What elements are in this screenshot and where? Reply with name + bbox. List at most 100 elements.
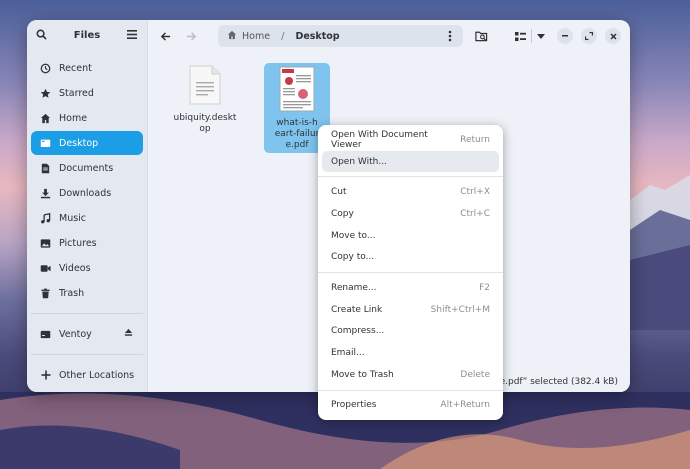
- header-bar: Home / Desktop: [148, 20, 630, 51]
- menu-item-cut[interactable]: Cut Ctrl+X: [322, 181, 499, 203]
- drive-icon: [40, 329, 51, 340]
- menu-item-open-with-document-viewer[interactable]: Open With Document Viewer Return: [322, 129, 499, 151]
- sidebar-item-label: Music: [59, 212, 87, 224]
- app-title: Files: [73, 30, 101, 41]
- minimize-icon[interactable]: [557, 28, 573, 44]
- menu-item-open-with[interactable]: Open With...: [322, 150, 499, 173]
- menu-separator: [318, 389, 503, 391]
- sidebar-header: Files: [27, 20, 147, 51]
- file-name: what-is-heart-failure.pdf: [274, 118, 320, 150]
- breadcrumb-home-label: Home: [242, 30, 271, 42]
- sidebar-item-other-locations[interactable]: Other Locations: [31, 363, 143, 387]
- menu-item-label: Copy: [331, 208, 354, 219]
- sidebar-item-videos[interactable]: Videos: [31, 256, 143, 280]
- menu-item-shortcut: Shift+Ctrl+M: [430, 304, 490, 315]
- menu-item-label: Compress...: [331, 326, 385, 337]
- sidebar-item-trash[interactable]: Trash: [31, 281, 143, 305]
- kebab-menu-icon[interactable]: [443, 28, 457, 44]
- menu-item-shortcut: F2: [479, 282, 490, 293]
- context-menu: Open With Document Viewer Return Open Wi…: [318, 125, 503, 420]
- sidebar-item-label: Pictures: [59, 237, 97, 249]
- places-list: Recent Starred Home Desktop Documents Do…: [27, 51, 147, 387]
- clock-icon: [40, 63, 51, 74]
- menu-item-copy-to[interactable]: Copy to...: [322, 246, 499, 268]
- menu-item-move-to-trash[interactable]: Move to Trash Delete: [322, 364, 499, 386]
- menu-item-label: Copy to...: [331, 252, 375, 263]
- sidebar-separator: [31, 354, 143, 355]
- menu-item-email[interactable]: Email...: [322, 342, 499, 364]
- maximize-icon[interactable]: [581, 28, 597, 44]
- breadcrumb-current[interactable]: Desktop: [295, 31, 339, 42]
- menu-item-move-to[interactable]: Move to...: [322, 225, 499, 247]
- menu-item-properties[interactable]: Properties Alt+Return: [322, 395, 499, 417]
- sidebar-item-starred[interactable]: Starred: [31, 81, 143, 105]
- home-icon: [227, 30, 237, 43]
- home-icon: [40, 113, 51, 124]
- trash-icon: [40, 288, 51, 299]
- sidebar-item-label: Starred: [59, 87, 94, 99]
- menu-item-label: Move to...: [331, 230, 376, 241]
- menu-item-label: Open With...: [331, 156, 387, 167]
- view-grid-icon[interactable]: [510, 26, 530, 46]
- picture-icon: [40, 238, 51, 249]
- sidebar-separator: [31, 313, 143, 314]
- sidebar: Files Recent Starred Home Desktop Docume…: [27, 20, 148, 392]
- menu-item-shortcut: Ctrl+C: [460, 208, 490, 219]
- sidebar-item-music[interactable]: Music: [31, 206, 143, 230]
- menu-item-shortcut: Return: [460, 134, 490, 145]
- document-icon: [40, 163, 51, 174]
- menu-item-label: Move to Trash: [331, 369, 394, 380]
- menu-item-create-link[interactable]: Create Link Shift+Ctrl+M: [322, 299, 499, 321]
- menu-separator: [318, 176, 503, 178]
- hamburger-menu-icon[interactable]: [126, 29, 137, 42]
- sidebar-item-home[interactable]: Home: [31, 106, 143, 130]
- video-icon: [40, 263, 51, 274]
- menu-item-shortcut: Ctrl+X: [460, 187, 490, 198]
- sidebar-item-label: Videos: [59, 262, 91, 274]
- path-bar: Home / Desktop: [218, 25, 463, 47]
- sidebar-item-recent[interactable]: Recent: [31, 56, 143, 80]
- sidebar-item-desktop[interactable]: Desktop: [31, 131, 143, 155]
- music-icon: [40, 212, 51, 224]
- menu-item-label: Create Link: [331, 304, 383, 315]
- close-icon[interactable]: [605, 28, 621, 44]
- status-text: e.pdf” selected (382.4 kB): [499, 377, 618, 387]
- status-overlay: e.pdf” selected (382.4 kB): [491, 372, 630, 392]
- menu-item-copy[interactable]: Copy Ctrl+C: [322, 203, 499, 225]
- pdf-thumbnail-icon: [279, 66, 315, 115]
- sidebar-item-pictures[interactable]: Pictures: [31, 231, 143, 255]
- forward-arrow-icon[interactable]: [181, 26, 201, 46]
- sidebar-item-documents[interactable]: Documents: [31, 156, 143, 180]
- search-files-icon[interactable]: [471, 26, 491, 46]
- sidebar-item-label: Trash: [59, 287, 85, 299]
- sidebar-item-label: Home: [59, 112, 88, 124]
- menu-separator: [318, 272, 503, 274]
- chevron-down-icon[interactable]: [531, 26, 551, 46]
- menu-item-label: Open With Document Viewer: [331, 129, 428, 150]
- desktop-icon: [40, 138, 51, 149]
- eject-icon[interactable]: [124, 328, 133, 340]
- menu-item-label: Cut: [331, 187, 347, 198]
- menu-item-shortcut: Delete: [460, 369, 490, 380]
- breadcrumb-separator: /: [281, 30, 285, 42]
- sidebar-item-downloads[interactable]: Downloads: [31, 181, 143, 205]
- download-icon: [40, 188, 51, 199]
- sidebar-item-label: Downloads: [59, 187, 112, 199]
- breadcrumb-home[interactable]: Home: [227, 30, 270, 43]
- plus-icon: [40, 370, 51, 381]
- sidebar-item-label: Documents: [59, 162, 114, 174]
- back-arrow-icon[interactable]: [155, 26, 175, 46]
- file-name: ubiquity.desktop: [173, 113, 237, 134]
- menu-item-shortcut: Alt+Return: [440, 400, 490, 411]
- sidebar-item-label: Other Locations: [59, 369, 135, 381]
- file-item[interactable]: ubiquity.desktop: [172, 65, 238, 135]
- sidebar-item-ventoy[interactable]: Ventoy: [31, 322, 143, 346]
- menu-item-label: Email...: [331, 348, 365, 359]
- menu-item-label: Rename...: [331, 282, 377, 293]
- menu-item-label: Properties: [331, 400, 377, 411]
- menu-item-rename[interactable]: Rename... F2: [322, 277, 499, 299]
- menu-item-compress[interactable]: Compress...: [322, 321, 499, 343]
- sidebar-item-label: Desktop: [59, 137, 99, 149]
- search-icon[interactable]: [36, 29, 47, 43]
- text-file-icon: [188, 65, 222, 108]
